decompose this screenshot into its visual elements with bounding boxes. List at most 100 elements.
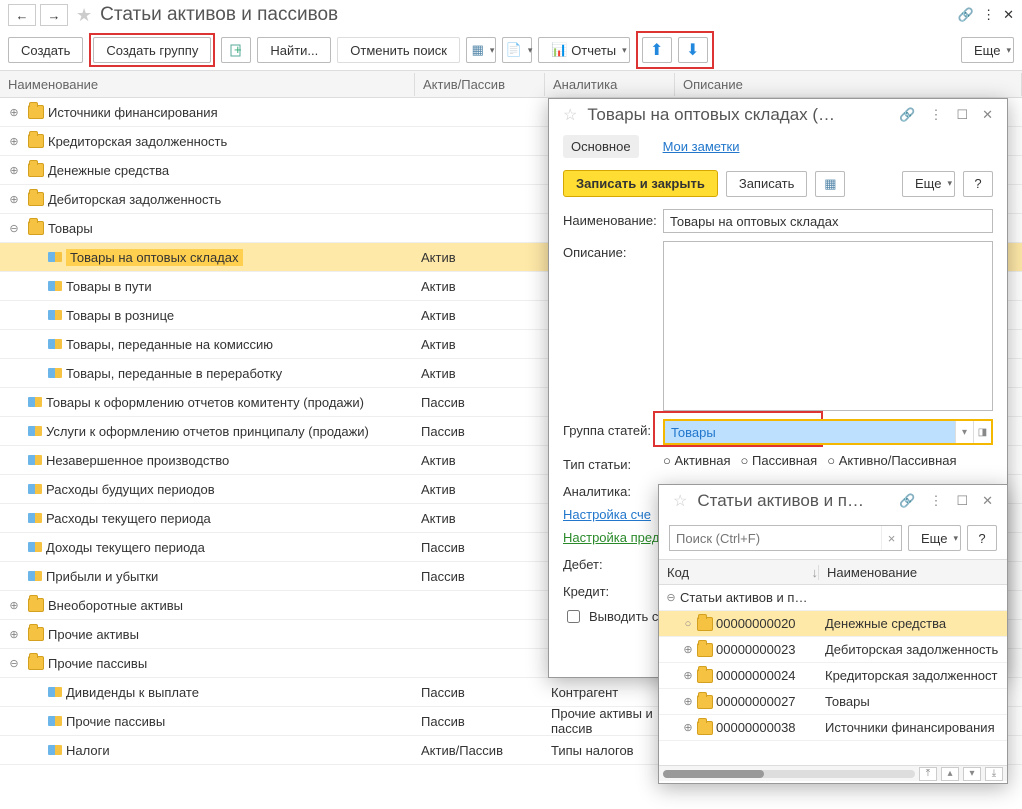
print-button[interactable]: 📄▾	[502, 37, 532, 63]
picker-row[interactable]: ⊕00000000038Источники финансирования	[659, 715, 1007, 741]
output-checkbox[interactable]	[567, 610, 580, 623]
combo-open-icon[interactable]: ◨	[973, 421, 991, 443]
expand-icon[interactable]: ⊕	[8, 193, 20, 206]
menu-dots-icon[interactable]: ⋮	[925, 491, 946, 511]
dialog-titlebar: ☆ Товары на оптовых складах (… 🔗 ⋮ ☐ ✕	[549, 99, 1007, 131]
move-up-button[interactable]: ⬆	[642, 37, 672, 63]
tab-notes[interactable]: Мои заметки	[655, 135, 748, 158]
folder-icon	[697, 617, 713, 631]
scroll-up-icon[interactable]: ▴	[941, 767, 959, 781]
close-icon[interactable]: ✕	[978, 105, 997, 125]
maximize-icon[interactable]: ☐	[952, 105, 972, 125]
radio-active: ○ Активная	[663, 453, 731, 468]
cell-analytics: Контрагент	[545, 685, 675, 700]
name-field[interactable]	[663, 209, 993, 233]
dialog-more-button[interactable]: Еще▾	[902, 171, 955, 197]
favorite-star-icon[interactable]: ★	[76, 5, 92, 26]
scroll-down-icon[interactable]: ▾	[963, 767, 981, 781]
picker-col-name[interactable]: Наименование	[819, 565, 1007, 580]
nav-forward-button[interactable]: →	[40, 4, 68, 26]
favorite-star-icon[interactable]: ☆	[563, 105, 577, 125]
row-label: Источники финансирования	[48, 105, 218, 120]
create-button[interactable]: Создать	[8, 37, 83, 63]
close-icon[interactable]: ✕	[978, 491, 997, 511]
expand-icon[interactable]: ⊕	[8, 599, 20, 612]
item-icon	[28, 397, 42, 407]
expand-icon[interactable]: ⊕	[8, 135, 20, 148]
picker-row[interactable]: ⊕00000000027Товары	[659, 689, 1007, 715]
clear-search-icon[interactable]: ×	[881, 526, 901, 550]
dialog-title: Товары на оптовых складах (…	[587, 105, 889, 125]
scroll-bottom-icon[interactable]: ⤓	[985, 767, 1003, 781]
link-pred[interactable]: Настройка пред	[563, 530, 659, 545]
group-combo[interactable]: ▾ ◨	[663, 419, 993, 445]
row-label: Товары, переданные в переработку	[66, 366, 282, 381]
cell-ap: Актив	[415, 337, 545, 352]
list-button[interactable]: ▦	[815, 171, 845, 197]
picker-more-button[interactable]: Еще▾	[908, 525, 961, 551]
find-button[interactable]: Найти...	[257, 37, 331, 63]
move-down-button[interactable]: ⬇	[678, 37, 708, 63]
row-label: Услуги к оформлению отчетов принципалу (…	[46, 424, 369, 439]
picker-col-code[interactable]: Код↓	[659, 565, 819, 580]
row-label: Товары на оптовых складах	[66, 249, 243, 266]
more-button[interactable]: Еще▾	[961, 37, 1014, 63]
item-icon	[28, 484, 42, 494]
picker-list[interactable]: ⊖Статьи активов и п… ○00000000020Денежны…	[659, 585, 1007, 765]
picker-name: Источники финансирования	[819, 720, 1007, 735]
menu-dots-icon[interactable]: ⋮	[925, 105, 946, 125]
help-button[interactable]: ?	[963, 171, 993, 197]
picker-row[interactable]: ○00000000020Денежные средства	[659, 611, 1007, 637]
col-analytics[interactable]: Аналитика	[545, 73, 675, 96]
picker-root-row[interactable]: ⊖Статьи активов и п…	[659, 585, 1007, 611]
col-name[interactable]: Наименование	[0, 73, 415, 96]
cell-ap: Пассив	[415, 569, 545, 584]
menu-dots-icon[interactable]: ⋮	[982, 7, 995, 23]
cell-analytics: Типы налогов	[545, 743, 675, 758]
search-input[interactable]	[670, 526, 881, 550]
item-icon	[28, 571, 42, 581]
save-close-button[interactable]: Записать и закрыть	[563, 170, 718, 197]
maximize-icon[interactable]: ☐	[952, 491, 972, 511]
cell-ap: Актив/Пассив	[415, 743, 545, 758]
nav-back-button[interactable]: ←	[8, 4, 36, 26]
col-desc[interactable]: Описание	[675, 73, 1022, 96]
favorite-star-icon[interactable]: ☆	[673, 491, 687, 511]
row-label: Товары, переданные на комиссию	[66, 337, 273, 352]
expand-icon[interactable]: ⊖	[8, 222, 20, 235]
highlight-create-group: Создать группу	[89, 33, 215, 67]
picker-root-label: Статьи активов и п…	[680, 590, 807, 605]
link-accounts[interactable]: Настройка сче	[563, 507, 651, 522]
group-input[interactable]	[665, 421, 955, 443]
dialog-toolbar: Записать и закрыть Записать ▦ Еще▾ ?	[549, 162, 1007, 205]
save-button[interactable]: Записать	[726, 171, 808, 197]
link-icon[interactable]: 🔗	[895, 491, 919, 511]
picker-help-button[interactable]: ?	[967, 525, 997, 551]
folder-icon	[28, 134, 44, 148]
expand-icon[interactable]: ⊖	[8, 657, 20, 670]
scroll-thumb[interactable]	[663, 770, 764, 778]
list-settings-button[interactable]: ▦▾	[466, 37, 496, 63]
picker-row[interactable]: ⊕00000000024Кредиторская задолженност	[659, 663, 1007, 689]
col-ap[interactable]: Актив/Пассив	[415, 73, 545, 96]
expand-icon[interactable]: ⊕	[8, 164, 20, 177]
tab-main[interactable]: Основное	[563, 135, 639, 158]
scroll-top-icon[interactable]: ⤒	[919, 767, 937, 781]
link-icon[interactable]: 🔗	[895, 105, 919, 125]
combo-dropdown-icon[interactable]: ▾	[955, 421, 973, 443]
expand-icon[interactable]: ⊕	[8, 106, 20, 119]
create-group-button[interactable]: Создать группу	[93, 37, 211, 63]
link-icon[interactable]: 🔗	[958, 7, 974, 23]
expand-icon[interactable]: ⊕	[8, 628, 20, 641]
desc-field[interactable]	[663, 241, 993, 411]
reports-button[interactable]: 📊Отчеты▾	[538, 37, 630, 63]
page-plus-icon: +	[229, 43, 243, 57]
item-icon	[48, 252, 62, 262]
close-icon[interactable]: ✕	[1003, 7, 1014, 23]
copy-button[interactable]: +	[221, 37, 251, 63]
picker-row[interactable]: ⊕00000000023Дебиторская задолженность	[659, 637, 1007, 663]
scroll-track[interactable]	[663, 770, 915, 778]
item-icon	[48, 339, 62, 349]
cancel-find-button[interactable]: Отменить поиск	[337, 37, 460, 63]
row-label: Расходы текущего периода	[46, 511, 211, 526]
